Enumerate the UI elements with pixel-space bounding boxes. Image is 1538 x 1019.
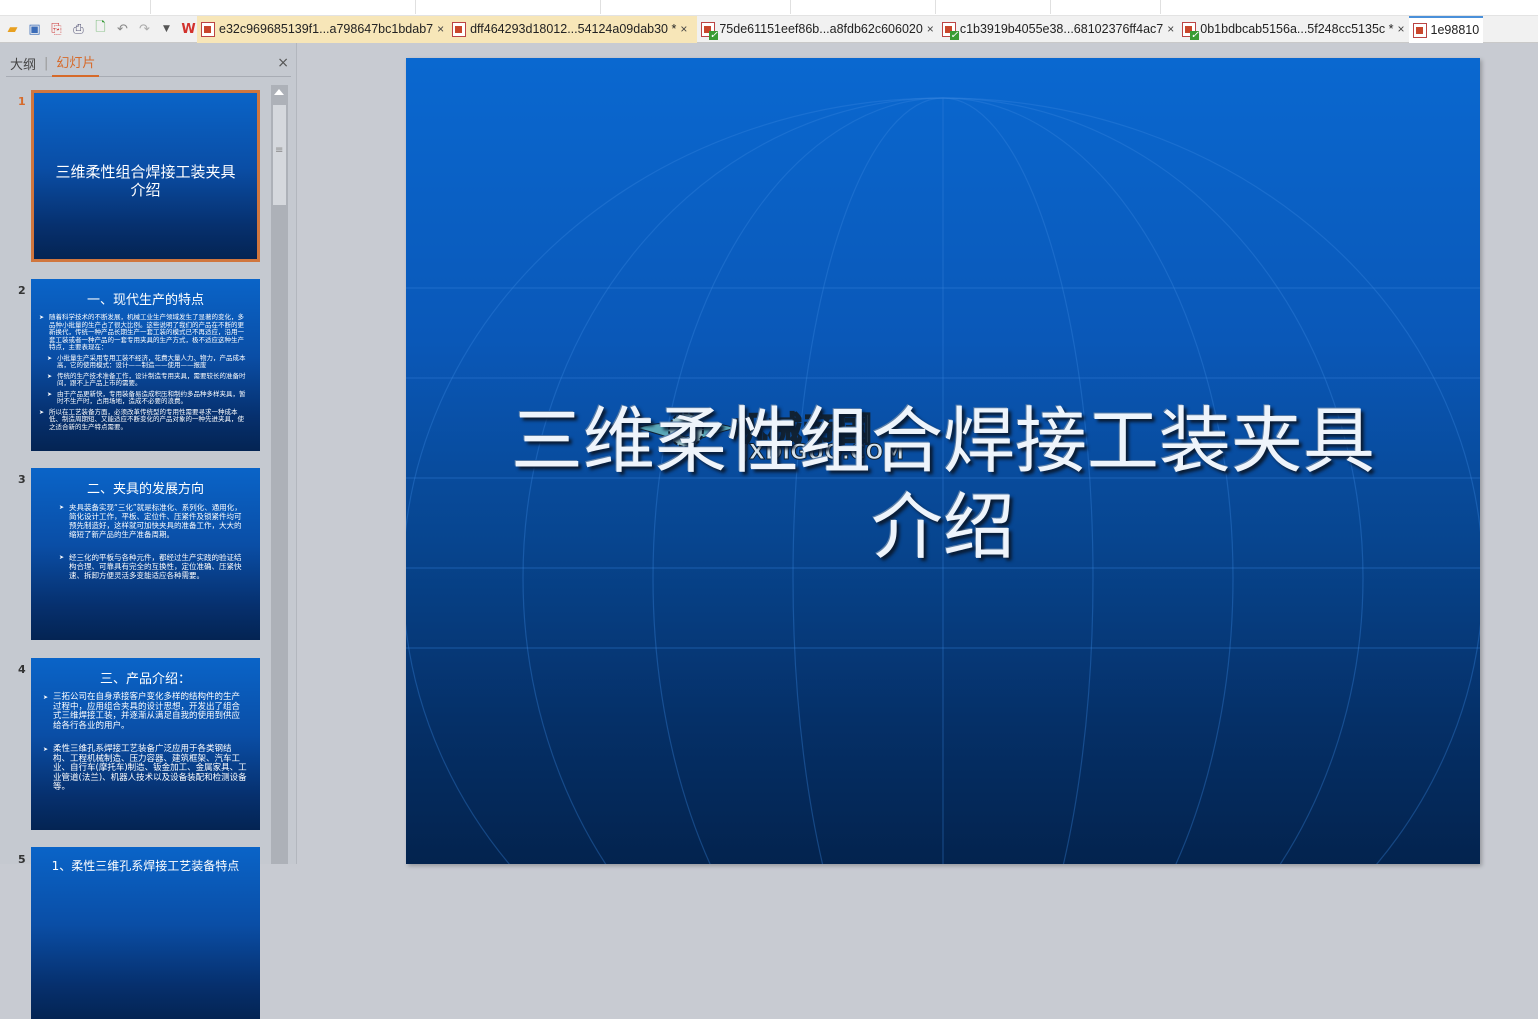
slide-number: 2	[18, 284, 26, 297]
slide-number: 5	[18, 853, 26, 866]
tab-label: e32c969685139f1...a798647bc1bdab7	[219, 22, 434, 36]
tab-label: 75de61151eef86b...a8fdb62c606020	[719, 22, 923, 36]
presentation-file-icon	[1412, 22, 1427, 38]
document-tab[interactable]: e32c969685139f1...a798647bc1bdab7 ×	[197, 15, 449, 43]
panel-scrollbar[interactable]	[271, 85, 288, 864]
slide-thumbnail-2[interactable]: 一、现代生产的特点 随着科学技术的不断发展，机械工业生产领域发生了显著的变化，多…	[31, 279, 260, 451]
slide-thumbnail-1[interactable]: 三维柔性组合焊接工装夹具介绍	[31, 90, 260, 262]
scroll-up-icon[interactable]	[274, 89, 284, 95]
tab-label: 0b1bdbcab5156a...5f248cc5135c *	[1200, 22, 1394, 36]
redo-icon[interactable]: ↷	[136, 21, 153, 38]
print-icon[interactable]: ⎙	[70, 21, 87, 38]
close-panel-icon[interactable]: ×	[277, 55, 289, 71]
close-tab-icon[interactable]: ×	[680, 22, 687, 36]
presentation-file-icon	[452, 21, 467, 37]
document-tab[interactable]: dff464293d18012...54124a09dab30 * ×	[448, 15, 698, 43]
tab-label: dff464293d18012...54124a09dab30 *	[470, 22, 677, 36]
thumb-title: 二、夹具的发展方向	[86, 482, 204, 497]
thumb-title: 一、现代生产的特点	[86, 293, 204, 308]
dropdown-icon[interactable]: ▼	[158, 21, 175, 38]
title-line-1: 三维柔性组合焊接工装夹具	[510, 399, 1375, 483]
close-tab-icon[interactable]: ×	[1398, 22, 1405, 36]
slides-panel: 大纲 | 幻灯片 × 1 三维柔性组合焊接工装夹具介绍 2 一、现代生产的特点 …	[0, 43, 297, 1019]
tab-slides[interactable]: 幻灯片	[52, 51, 100, 77]
document-tab[interactable]: 75de61151eef86b...a8fdb62c606020 ×	[697, 16, 937, 43]
thumb-bullet: 传统的生产技术准备工作，设计制造专用夹具，需要较长的准备时间，跟不上产品上市的需…	[47, 372, 248, 388]
undo-icon[interactable]: ↶	[114, 21, 131, 38]
thumb-bullet: 由于产品更新快，专用装备易造成积压和制约多品种多样夹具，暂时不生产时，占用场地，…	[47, 390, 248, 406]
slide-thumbnail-4[interactable]: 三、产品介绍： 三拓公司在自身承接客户变化多样的结构件的生产过程中，应用组合夹具…	[31, 658, 260, 830]
thumb-bullet: 小批量生产采用专用工装不经济，花费大量人力、物力，产品成本高，它的使用模式：设计…	[47, 354, 248, 370]
slide-thumbnail-3[interactable]: 二、夹具的发展方向 夹具装备实现“三化”就是标准化、系列化、通用化，简化设计工作…	[31, 468, 260, 640]
document-tab[interactable]: 0b1bdbcab5156a...5f248cc5135c * ×	[1178, 16, 1408, 43]
presentation-file-saved-icon	[941, 21, 959, 40]
title-line-2: 介绍	[870, 485, 1015, 569]
slide-number: 1	[18, 95, 26, 108]
ribbon-edge	[0, 0, 1538, 16]
slide-number: 3	[18, 473, 26, 486]
scrollbar-thumb[interactable]	[273, 105, 286, 205]
panel-header: 大纲 | 幻灯片 ×	[6, 51, 291, 77]
presentation-file-saved-icon	[701, 21, 719, 40]
thumb-bullet: 柔性三维孔系焊接工艺装备广泛应用于各类钢结构、工程机械制造、压力容器、建筑框架、…	[43, 744, 248, 793]
slide-number: 4	[18, 663, 26, 676]
tab-separator: |	[44, 56, 49, 71]
thumb-bullet: 所以在工艺装备方面，必须改革传统型的专用性需要寻求一种成本低、制造周期短、又能适…	[39, 408, 248, 432]
slide-thumbnail-5[interactable]: 1、柔性三维孔系焊接工艺装备特点	[31, 847, 260, 1019]
thumb-bullet: 经三化的平板与各种元件，都经过生产实践的验证结构合理、可靠具有完全的互换性，定位…	[59, 553, 244, 580]
open-folder-icon[interactable]: ▰	[4, 21, 21, 38]
tab-label: 1e98810	[1430, 23, 1480, 37]
thumb-title: 1、柔性三维孔系焊接工艺装备特点	[51, 859, 240, 873]
thumb-bullet: 夹具装备实现“三化”就是标准化、系列化、通用化，简化设计工作，平板、定位件、压紧…	[59, 503, 244, 539]
tab-outline[interactable]: 大纲	[6, 54, 40, 73]
slide-title[interactable]: 三维柔性组合焊接工装夹具 介绍	[406, 398, 1480, 570]
thumb-bullet: 三拓公司在自身承接客户变化多样的结构件的生产过程中，应用组合夹具的设计思想，开发…	[43, 692, 248, 731]
presentation-file-saved-icon	[1182, 21, 1200, 40]
tab-label: c1b3919b4055e38...68102376ff4ac7	[959, 22, 1164, 36]
thumb-title: 三维柔性组合焊接工装夹具介绍	[55, 163, 236, 199]
close-tab-icon[interactable]: ×	[927, 22, 934, 36]
save-icon[interactable]: ▣	[26, 21, 43, 38]
close-tab-icon[interactable]: ×	[1167, 22, 1174, 36]
export-pdf-icon[interactable]: ⎘	[48, 21, 65, 38]
thumb-bullet: 随着科学技术的不断发展，机械工业生产领域发生了显著的变化，多品种小批量的生产占了…	[39, 313, 248, 352]
presentation-file-icon	[201, 21, 215, 37]
document-tab-bar: ▰ ▣ ⎘ ⎙ 🗋 ↶ ↷ ▼ W e32c969685139f1...a798…	[0, 15, 1538, 43]
slide-canvas[interactable]: 机械帝国 JXDIGUO.COM 三维柔性组合焊接工装夹具 介绍	[406, 58, 1480, 864]
close-tab-icon[interactable]: ×	[437, 22, 444, 36]
wps-logo-icon[interactable]: W	[180, 21, 197, 38]
document-tab[interactable]: c1b3919b4055e38...68102376ff4ac7×	[938, 16, 1178, 43]
document-tab-active[interactable]: 1e98810	[1408, 15, 1484, 43]
thumb-title: 三、产品介绍：	[99, 672, 191, 687]
quick-access-toolbar: ▰ ▣ ⎘ ⎙ 🗋 ↶ ↷ ▼ W	[0, 16, 197, 43]
print-preview-icon[interactable]: 🗋	[92, 20, 109, 38]
